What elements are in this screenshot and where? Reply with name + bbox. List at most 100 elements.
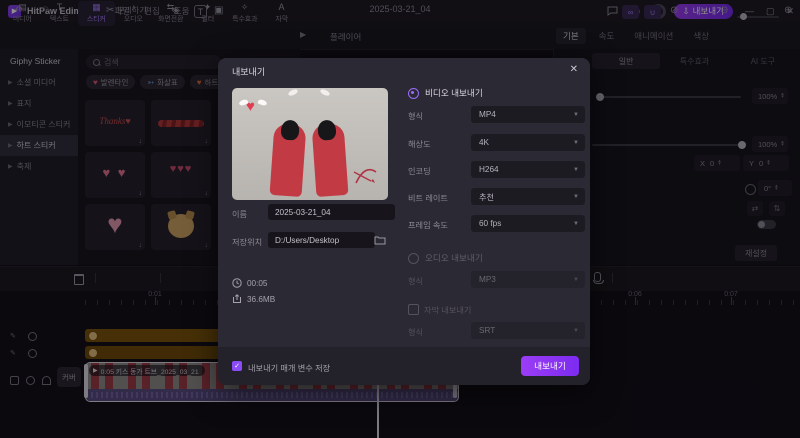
format-select[interactable]: MP4 ▼ — [471, 106, 585, 123]
path-input[interactable]: D:/Users/Desktop — [268, 232, 375, 248]
tool-effects[interactable]: ✧ 특수효과 — [226, 1, 263, 26]
props-toggle[interactable] — [757, 220, 776, 229]
tag-valentine[interactable]: ♥ 발렌타인 — [86, 75, 136, 89]
opacity-slider-knob[interactable] — [738, 141, 746, 149]
sticker-search-input[interactable]: 검색 — [86, 55, 221, 69]
sticker-tile-heart-collage[interactable]: ♥ ↓ — [85, 204, 145, 250]
position-x-field[interactable]: X0 ▴ ▾ — [694, 155, 740, 171]
crop-icon[interactable]: ▣ — [214, 5, 223, 16]
flip-vertical-button[interactable]: ⇅ — [769, 201, 785, 216]
chevron-down-icon: ▼ — [573, 327, 579, 334]
stepper-icon[interactable]: ▴ ▾ — [718, 158, 721, 167]
flip-horizontal-button[interactable]: ⇄ — [747, 201, 763, 216]
unlink-icon[interactable]: ⊘ — [670, 5, 678, 16]
download-icon[interactable]: ↓ — [139, 242, 143, 249]
props-subtab-effects[interactable]: 특수효과 — [660, 53, 728, 69]
name-input[interactable]: 2025-03-21_04 — [268, 204, 395, 220]
link-icon[interactable]: ∞ — [622, 5, 639, 19]
split-button[interactable]: ✂ 분리하기 — [106, 5, 147, 16]
sticker-tile-redbar[interactable]: ↓ — [151, 100, 211, 146]
divider — [95, 273, 96, 283]
sticker-sidebar: Giphy Sticker ▶ 소셜 미디어 ▶ 표지 ▶ 이모티콘 스티커 ▶ 하트 … — [0, 49, 78, 265]
pencil-icon[interactable]: ✎ — [10, 349, 18, 357]
red-bar-sticker — [158, 120, 204, 127]
bitrate-select[interactable]: 추천 ▼ — [471, 188, 585, 205]
clip-trim-handle-left[interactable] — [84, 364, 88, 398]
rotation-field[interactable]: 0° ▴ ▾ — [758, 180, 792, 196]
scale-slider-knob[interactable] — [596, 93, 604, 101]
redo-icon[interactable]: ↷ — [42, 5, 50, 16]
sticker-cat-emoticon[interactable]: ▶ 이모티콘 스티커 — [0, 114, 78, 135]
download-icon[interactable]: ↓ — [205, 138, 209, 145]
zoom-out-icon[interactable]: ⊖ — [720, 5, 728, 16]
opacity-value-field[interactable]: 100% ▴ ▾ — [752, 136, 788, 152]
tag-arrow[interactable]: ➳ 화살표 — [140, 75, 185, 89]
zoom-in-icon[interactable]: ⊕ — [784, 5, 792, 16]
feedback-icon[interactable] — [607, 6, 621, 16]
export-confirm-button[interactable]: 내보내기 — [521, 356, 579, 376]
props-subtab-ai[interactable]: AI 도구 — [729, 53, 797, 69]
text-tool-icon[interactable]: T — [194, 5, 207, 18]
fps-select[interactable]: 60 fps ▼ — [471, 215, 585, 232]
download-icon[interactable]: ↓ — [205, 190, 209, 197]
scale-value-field[interactable]: 100% ▴ ▾ — [752, 88, 788, 104]
reset-button[interactable]: 재설정 — [735, 245, 778, 261]
sticker-cat-cover[interactable]: ▶ 표지 — [0, 93, 78, 114]
timeline-zoom-knob[interactable] — [740, 13, 747, 20]
sticker-tile-thanks[interactable]: Thanks♥ ↓ — [85, 100, 145, 146]
cover-button[interactable]: 커버 — [57, 367, 81, 387]
video-export-radio[interactable]: 비디오 내보내기 — [408, 87, 483, 99]
lock-icon[interactable] — [28, 332, 37, 341]
position-y-field[interactable]: Y0 ▴ ▾ — [743, 155, 789, 171]
wing-shape — [287, 88, 299, 97]
toolbar-expand-icon[interactable]: ▶ — [300, 30, 306, 39]
sticker-cat-heart[interactable]: ▶ 하트 스티커 — [0, 135, 78, 156]
lock-icon[interactable] — [26, 376, 35, 385]
cupid-bow-sticker — [352, 162, 378, 186]
sticker-tile-hearts-cluster[interactable]: ♥♥♥ ↓ — [151, 152, 211, 198]
subtitle-format-select[interactable]: SRT ▼ — [471, 322, 585, 339]
sticker-cat-social[interactable]: ▶ 소셜 미디어 — [0, 72, 78, 93]
dialog-close-icon[interactable]: ✕ — [570, 64, 578, 75]
tool-transition[interactable]: ⇆ 화면전환 — [152, 1, 189, 26]
sticker-tile-doge[interactable]: ↓ — [151, 204, 211, 250]
download-icon[interactable]: ↓ — [139, 138, 143, 145]
download-icon[interactable]: ↓ — [205, 242, 209, 249]
pencil-icon[interactable]: ✎ — [10, 332, 18, 340]
maximize-button[interactable]: ▢ — [766, 6, 775, 17]
save-params-label: 내보내기 매개 변수 저장 — [248, 364, 331, 373]
lock-icon[interactable] — [28, 349, 37, 358]
props-tab-animation[interactable]: 애니메이션 — [627, 28, 680, 44]
stepper-icon[interactable]: ▴ ▾ — [775, 183, 778, 192]
props-subtab-general[interactable]: 일반 — [592, 53, 661, 69]
stepper-icon[interactable]: ▴ ▾ — [781, 139, 784, 148]
resolution-select[interactable]: 4K ▼ — [471, 134, 585, 151]
scale-slider[interactable] — [596, 96, 741, 98]
undo-icon[interactable]: ↶ — [14, 5, 22, 16]
mute-icon[interactable] — [10, 376, 19, 385]
sticker-cat-festival[interactable]: ▶ 축제 — [0, 156, 78, 177]
props-tab-speed[interactable]: 속도 — [592, 28, 622, 44]
tool-subtitle[interactable]: A 자막 — [263, 1, 300, 26]
trash-icon[interactable] — [74, 274, 84, 285]
download-icon[interactable]: ↓ — [139, 190, 143, 197]
badge-icon[interactable]: ◈ — [172, 5, 180, 16]
save-params-checkbox[interactable]: ✓ — [232, 361, 242, 371]
subtitle-export-checkbox[interactable] — [408, 304, 419, 315]
props-tab-color[interactable]: 색상 — [686, 28, 716, 44]
hide-icon[interactable] — [42, 376, 51, 385]
props-tab-basic[interactable]: 기본 — [556, 28, 586, 44]
opacity-slider[interactable] — [592, 144, 744, 146]
folder-icon[interactable] — [372, 232, 388, 248]
magnet-icon[interactable]: ∪ — [644, 5, 661, 19]
tool-media[interactable]: ▤ 미디어 — [4, 1, 41, 26]
encoding-select[interactable]: H264 ▼ — [471, 161, 585, 178]
stepper-icon[interactable]: ▴ ▾ — [781, 91, 784, 100]
mic-icon[interactable] — [593, 272, 604, 284]
stepper-icon[interactable]: ▴ ▾ — [767, 158, 770, 167]
sticker-tile-hearts-pair[interactable]: ♥ ♥ ↓ — [85, 152, 145, 198]
audio-export-radio[interactable]: 오디오 내보내기 — [408, 252, 483, 264]
fit-timeline-icon[interactable]: ↔ — [696, 5, 706, 16]
audio-format-select[interactable]: MP3 ▼ — [471, 271, 585, 288]
player-tab[interactable]: 플레이어 — [330, 31, 361, 43]
